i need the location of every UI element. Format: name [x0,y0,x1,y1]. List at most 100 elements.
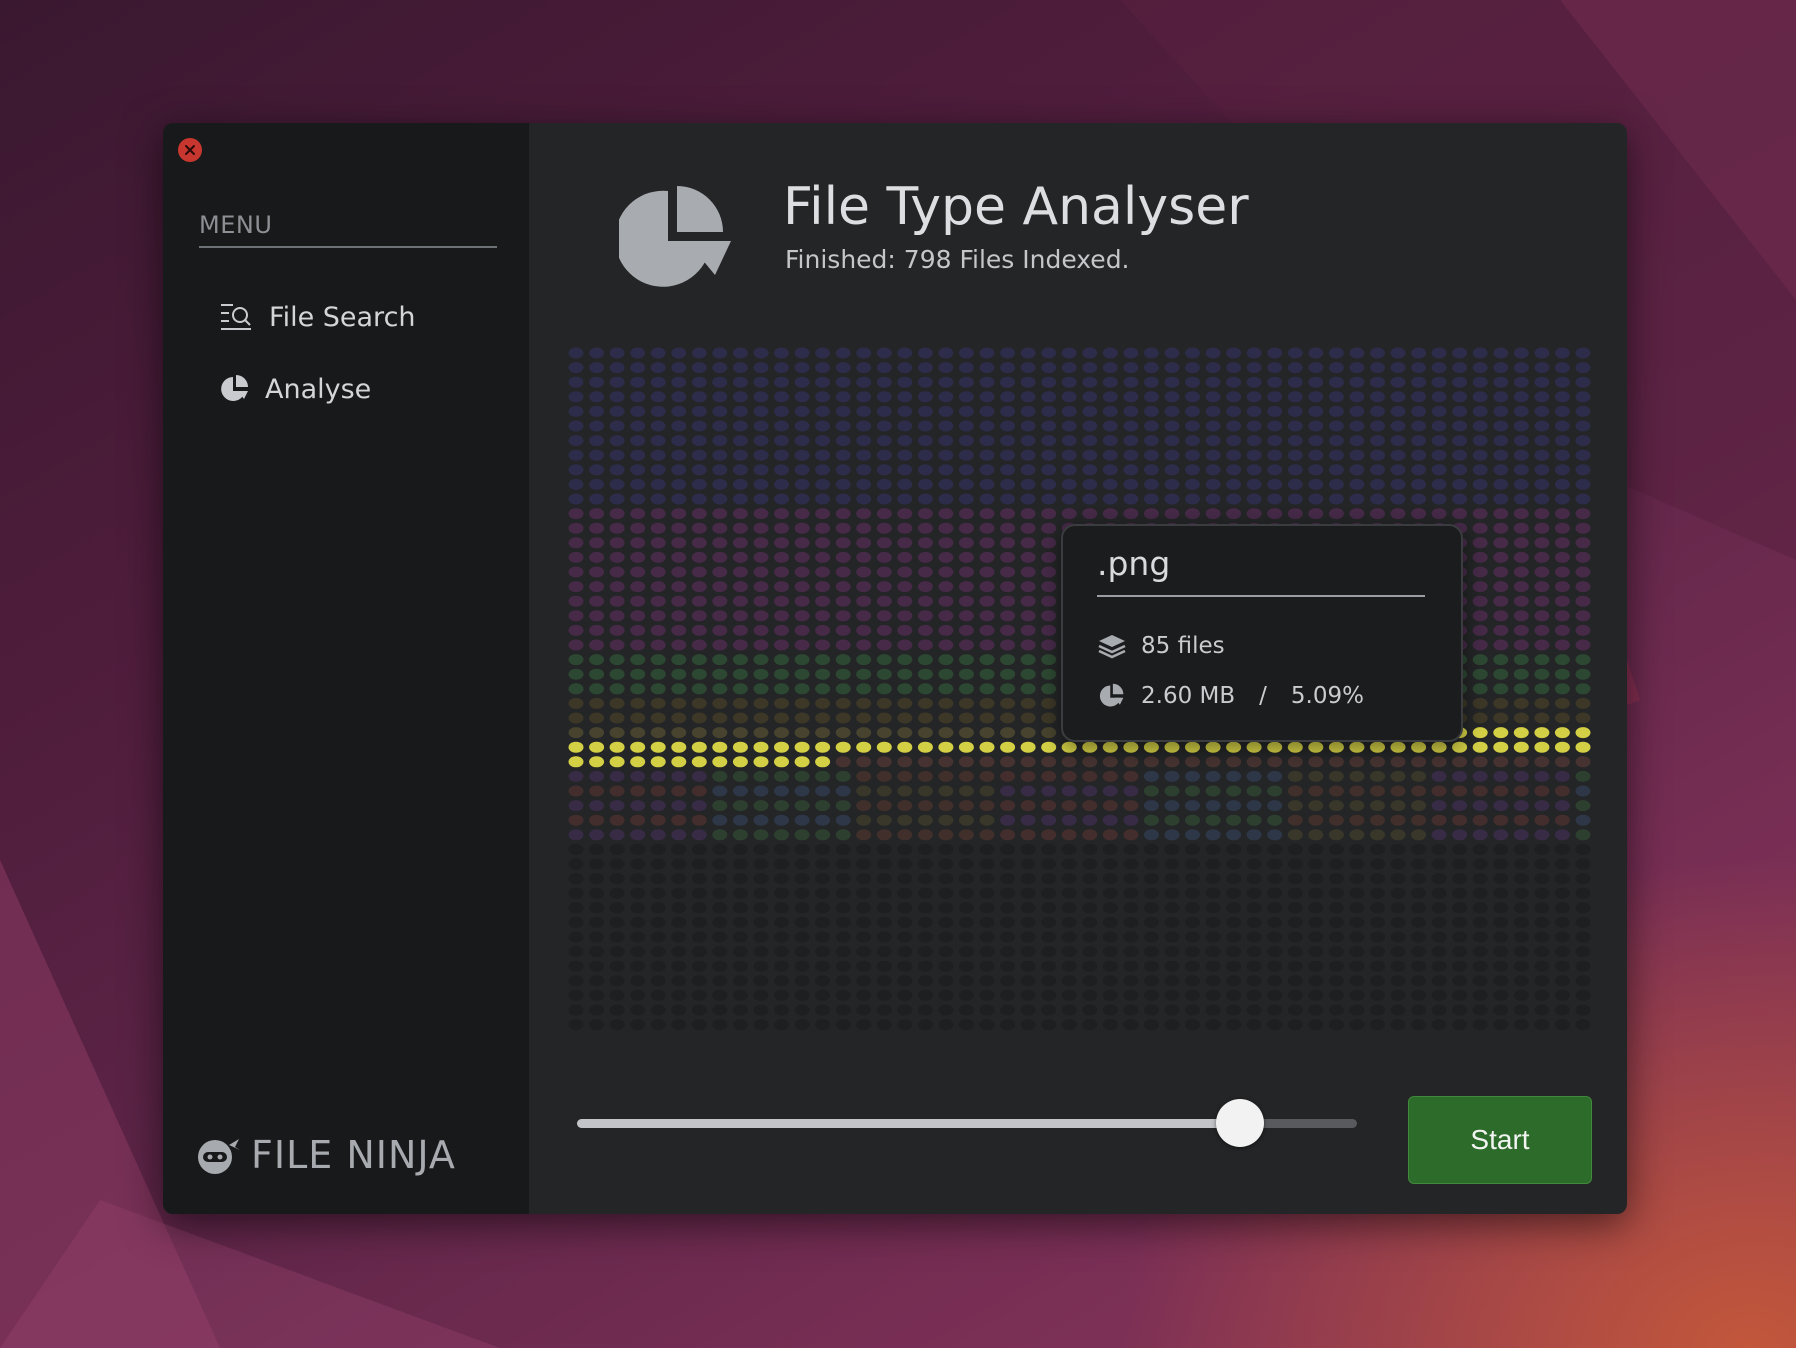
file-dot[interactable] [753,508,769,520]
file-dot[interactable] [691,916,707,928]
file-dot[interactable] [835,800,851,812]
file-dot[interactable] [1082,770,1098,782]
file-dot[interactable] [1493,420,1509,432]
file-dot[interactable] [650,800,666,812]
file-dot[interactable] [691,420,707,432]
file-dot[interactable] [1082,449,1098,461]
file-dot[interactable] [1534,770,1550,782]
file-dot[interactable] [568,989,584,1001]
file-dot[interactable] [1472,668,1488,680]
file-dot[interactable] [691,770,707,782]
file-dot[interactable] [712,829,728,841]
file-dot[interactable] [609,405,625,417]
file-dot[interactable] [1431,946,1447,958]
file-dot[interactable] [1575,639,1591,651]
file-dot[interactable] [1452,756,1468,768]
file-dot[interactable] [1123,362,1139,374]
file-dot[interactable] [1185,858,1200,870]
file-dot[interactable] [1431,814,1447,826]
file-dot[interactable] [1472,683,1488,695]
file-dot[interactable] [1554,785,1570,797]
file-dot[interactable] [876,362,892,374]
file-dot[interactable] [1349,916,1365,928]
file-dot[interactable] [1020,405,1036,417]
file-dot[interactable] [1143,785,1159,797]
file-dot[interactable] [1000,347,1016,359]
file-dot[interactable] [958,478,974,490]
file-dot[interactable] [917,566,933,578]
file-dot[interactable] [835,770,851,782]
file-dot[interactable] [856,829,872,841]
file-dot[interactable] [1287,902,1303,914]
file-dot[interactable] [1164,756,1180,768]
file-dot[interactable] [958,916,974,928]
file-dot[interactable] [1308,420,1324,432]
file-dot[interactable] [1452,493,1468,505]
file-dot[interactable] [1082,960,1098,972]
file-dot[interactable] [1205,931,1221,943]
file-dot[interactable] [774,829,789,841]
file-dot[interactable] [897,829,913,841]
sidebar-item-analyse[interactable]: Analyse [219,373,371,405]
file-dot[interactable] [876,800,892,812]
file-dot[interactable] [1452,741,1468,753]
file-dot[interactable] [897,668,913,680]
file-dot[interactable] [589,756,605,768]
file-dot[interactable] [1020,873,1036,885]
file-dot[interactable] [691,989,707,1001]
file-dot[interactable] [609,376,625,388]
file-dot[interactable] [1287,478,1303,490]
file-dot[interactable] [1328,1019,1344,1031]
file-dot[interactable] [1000,683,1016,695]
file-dot[interactable] [856,1019,872,1031]
file-dot[interactable] [938,581,954,593]
file-dot[interactable] [774,946,789,958]
file-dot[interactable] [1513,478,1529,490]
file-dot[interactable] [774,566,789,578]
file-dot[interactable] [609,858,625,870]
file-dot[interactable] [589,347,605,359]
file-dot[interactable] [753,741,769,753]
file-dot[interactable] [1267,785,1283,797]
file-dot[interactable] [1328,975,1344,987]
file-dot[interactable] [609,362,625,374]
file-dot[interactable] [958,1004,974,1016]
file-dot[interactable] [712,727,728,739]
file-dot[interactable] [856,435,872,447]
file-dot[interactable] [958,741,974,753]
file-dot[interactable] [589,464,605,476]
file-dot[interactable] [979,829,995,841]
file-dot[interactable] [1472,464,1488,476]
file-dot[interactable] [1123,989,1139,1001]
file-dot[interactable] [1246,376,1262,388]
file-dot[interactable] [1493,522,1509,534]
file-dot[interactable] [1554,405,1570,417]
file-dot[interactable] [1452,829,1468,841]
file-dot[interactable] [815,1004,831,1016]
file-dot[interactable] [876,712,892,724]
file-dot[interactable] [917,581,933,593]
file-dot[interactable] [671,1019,687,1031]
file-dot[interactable] [630,522,646,534]
file-dot[interactable] [958,435,974,447]
file-dot[interactable] [938,668,954,680]
file-dot[interactable] [1205,916,1221,928]
file-dot[interactable] [630,1019,646,1031]
file-dot[interactable] [732,668,748,680]
file-dot[interactable] [732,478,748,490]
file-dot[interactable] [794,595,810,607]
file-dot[interactable] [1123,420,1139,432]
file-dot[interactable] [1000,478,1016,490]
file-dot[interactable] [794,916,810,928]
file-dot[interactable] [1493,566,1509,578]
file-dot[interactable] [1534,566,1550,578]
file-dot[interactable] [1370,1019,1385,1031]
file-dot[interactable] [589,435,605,447]
file-dot[interactable] [876,566,892,578]
file-dot[interactable] [1431,376,1447,388]
file-dot[interactable] [1000,843,1016,855]
file-dot[interactable] [938,858,954,870]
file-dot[interactable] [1020,814,1036,826]
file-dot[interactable] [1000,741,1016,753]
file-dot[interactable] [1020,741,1036,753]
